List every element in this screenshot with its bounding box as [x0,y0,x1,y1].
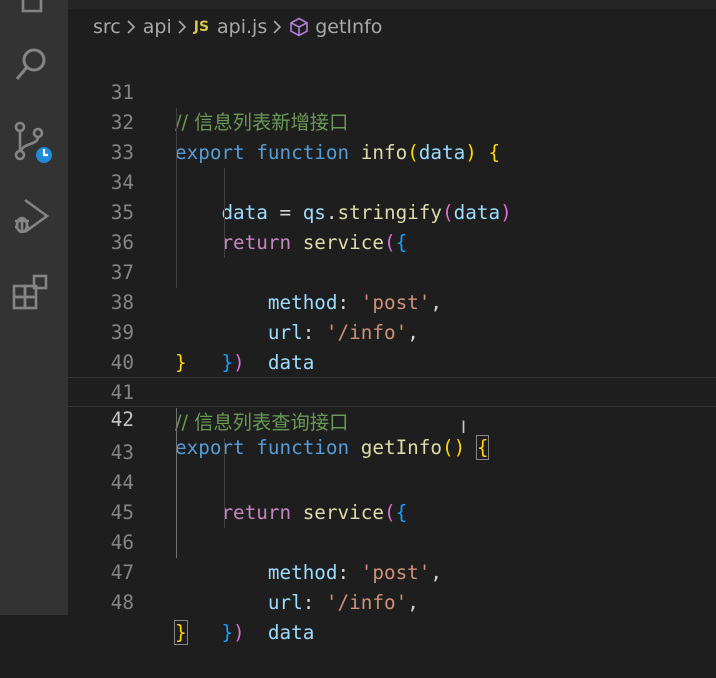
search-icon[interactable] [8,42,54,88]
breadcrumb-folder-api[interactable]: api [143,16,172,38]
chevron-right-icon [178,20,187,34]
code-line[interactable]: 39 } [68,288,716,374]
code-line[interactable]: 34 return service({ [68,138,716,254]
indent-guide [224,228,225,258]
code-line[interactable]: 35 method: 'post', [68,168,716,314]
indent-guide-active [176,528,177,558]
breadcrumb-file[interactable]: api.js [217,16,267,38]
breadcrumb: src api JS api.js getInfo [93,14,382,40]
extensions-icon[interactable] [8,270,54,316]
code-line[interactable]: 48 } [68,558,716,645]
indent-guide [224,498,225,528]
indent-guide [224,198,225,228]
run-debug-icon[interactable] [8,193,54,239]
code-line[interactable]: 47 }) [68,528,716,644]
code-text: } [174,620,188,645]
breadcrumb-folder-src[interactable]: src [93,16,121,38]
code-text: url: '/info', [267,591,419,614]
activity-bar [0,0,68,615]
indent-guide [224,438,225,468]
indent-guide-active [176,408,177,438]
indent-guide [176,138,177,168]
indent-guide [176,198,177,228]
source-control-icon[interactable] [8,119,54,165]
indent-guide [176,228,177,258]
tab-strip [68,0,716,9]
editor-pane[interactable]: src api JS api.js getInfo 31 // 信息列表新增接口… [68,0,716,645]
indent-guide [176,258,177,288]
code-line[interactable]: 41 // 信息列表查询接口 [68,348,716,434]
code-line[interactable]: 45 url: '/info', [68,468,716,614]
breadcrumb-symbol[interactable]: getInfo [315,16,382,38]
code-line[interactable]: 46 data [68,498,716,644]
code-line[interactable]: 31 // 信息列表新增接口 [68,48,716,134]
chevron-right-icon [127,20,136,34]
code-line[interactable]: 38 }) [68,258,716,374]
code-line-current[interactable]: 42 export function getInfo() { [68,377,716,460]
indent-guide-active [176,468,177,498]
indent-guide [224,168,225,198]
code-line[interactable]: 32 export function info(data) { [68,78,716,164]
code-line[interactable]: 40 [68,318,716,374]
indent-guide [176,108,177,138]
code-line[interactable]: 36 url: '/info', [68,198,716,344]
indent-guide [224,468,225,498]
code-line[interactable]: 43 return service({ [68,408,716,524]
line-number: 48 [110,591,134,614]
indent-guide-active [176,498,177,528]
code-line[interactable]: 37 data [68,228,716,374]
symbol-method-icon [289,17,309,37]
indent-guide [176,168,177,198]
code-line[interactable]: 44 method: 'post', [68,438,716,584]
javascript-file-icon: JS [193,19,210,35]
explorer-icon[interactable] [8,0,54,24]
chevron-right-icon [273,20,282,34]
text-cursor-icon: I [461,418,467,438]
indent-guide-active [176,438,177,468]
code-line[interactable]: 33 data = qs.stringify(data) [68,108,716,224]
